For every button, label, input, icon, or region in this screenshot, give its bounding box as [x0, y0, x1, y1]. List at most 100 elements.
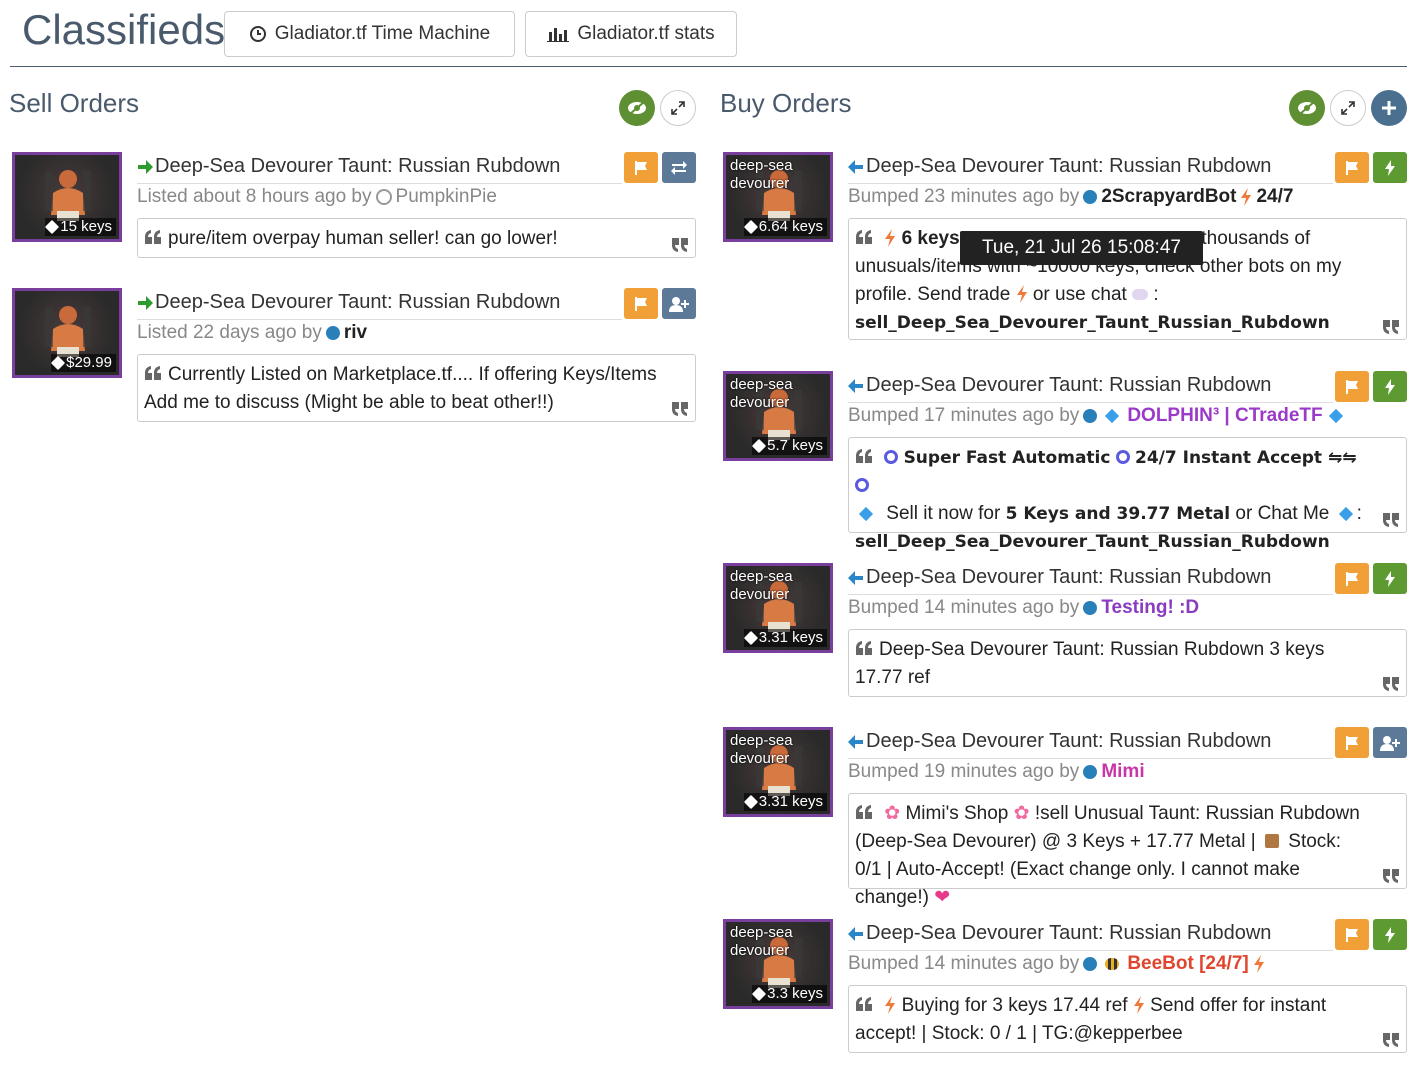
- lightning-icon: [1384, 379, 1396, 395]
- user-link[interactable]: Mimi: [1101, 761, 1144, 783]
- user-link[interactable]: PumpkinPie: [396, 186, 497, 208]
- online-status-icon: [325, 326, 340, 340]
- listing-note: pure/item overpay human seller! can go l…: [137, 218, 696, 258]
- buy-arrow-icon: [848, 378, 864, 394]
- time-machine-button[interactable]: Gladiator.tf Time Machine: [224, 11, 515, 57]
- flag-icon: [1344, 160, 1360, 176]
- user-link[interactable]: BeeBot [24/7]: [1127, 953, 1248, 975]
- unusual-effect-label: deep-sea devourer: [730, 568, 793, 603]
- user-link[interactable]: riv: [344, 322, 367, 344]
- status-text: Bumped 19 minutes ago by: [848, 761, 1080, 782]
- divider: [848, 758, 1333, 759]
- status-text: Bumped 14 minutes ago by: [848, 953, 1080, 974]
- price-tag-icon: [752, 438, 767, 454]
- item-name: Deep-Sea Devourer Taunt: Russian Rubdown: [866, 922, 1272, 944]
- price-badge: 3.3 keys: [752, 985, 827, 1003]
- clock-icon: [249, 26, 266, 42]
- sell-arrow-icon: [137, 159, 153, 175]
- item-thumbnail[interactable]: deep-sea devourer 3.3 keys: [723, 919, 833, 1009]
- buy-orders-title: Buy Orders: [720, 88, 852, 118]
- report-flag-button[interactable]: [1335, 727, 1369, 758]
- stats-label: Gladiator.tf stats: [577, 23, 715, 44]
- page-title: Classifieds: [22, 6, 226, 53]
- lightning-icon: [884, 996, 896, 1014]
- lightning-icon: [1240, 188, 1252, 206]
- listing-title[interactable]: Deep-Sea Devourer Taunt: Russian Rubdown: [848, 155, 1271, 178]
- taunt-item-image: [43, 165, 93, 225]
- price-badge: 6.64 keys: [743, 218, 827, 236]
- buy-expand-button[interactable]: [1330, 90, 1366, 126]
- item-thumbnail[interactable]: 15 keys: [12, 152, 122, 242]
- lightning-icon: [1384, 927, 1396, 943]
- price-badge: $29.99: [51, 354, 116, 372]
- blossom-icon: ✿: [884, 803, 901, 824]
- lightning-icon: [1016, 285, 1028, 303]
- user-link[interactable]: 2ScrapyardBot: [1101, 186, 1236, 208]
- trade-offer-button[interactable]: [662, 152, 696, 183]
- report-flag-button[interactable]: [1335, 919, 1369, 950]
- item-name: Deep-Sea Devourer Taunt: Russian Rubdown: [866, 155, 1272, 177]
- item-name: Deep-Sea Devourer Taunt: Russian Rubdown: [866, 566, 1272, 588]
- status-text: Bumped 14 minutes ago by: [848, 597, 1080, 618]
- add-friend-icon: [1380, 735, 1400, 751]
- sell-arrow-icon: [137, 295, 153, 311]
- report-flag-button[interactable]: [624, 288, 658, 319]
- user-link[interactable]: Testing! :D: [1101, 597, 1199, 619]
- trade-command[interactable]: sell_Deep_Sea_Devourer_Taunt_Russian_Rub…: [855, 313, 1330, 333]
- report-flag-button[interactable]: [1335, 152, 1369, 183]
- unusual-effect-label: deep-sea devourer: [730, 157, 793, 192]
- online-status-icon: [1083, 601, 1098, 615]
- trade-command[interactable]: sell_Deep_Sea_Devourer_Taunt_Russian_Rub…: [855, 532, 1330, 552]
- instant-trade-button[interactable]: [1373, 152, 1407, 183]
- listing-title[interactable]: Deep-Sea Devourer Taunt: Russian Rubdown: [137, 155, 560, 178]
- item-thumbnail[interactable]: deep-sea devourer 3.31 keys: [723, 727, 833, 817]
- unusual-effect-label: deep-sea devourer: [730, 376, 793, 411]
- sell-expand-button[interactable]: [660, 90, 696, 126]
- report-flag-button[interactable]: [624, 152, 658, 183]
- divider: [848, 402, 1333, 403]
- listing-title[interactable]: Deep-Sea Devourer Taunt: Russian Rubdown: [848, 566, 1271, 589]
- eye-slash-icon: [628, 101, 646, 115]
- divider: [848, 183, 1333, 184]
- chat-bubble-icon: [1132, 289, 1149, 300]
- item-thumbnail[interactable]: deep-sea devourer 6.64 keys: [723, 152, 833, 242]
- unusual-effect-label: deep-sea devourer: [730, 732, 793, 767]
- add-friend-button[interactable]: [662, 288, 696, 319]
- instant-trade-button[interactable]: [1373, 563, 1407, 594]
- report-flag-button[interactable]: [1335, 563, 1369, 594]
- item-thumbnail[interactable]: deep-sea devourer 5.7 keys: [723, 371, 833, 461]
- item-thumbnail[interactable]: deep-sea devourer 3.31 keys: [723, 563, 833, 653]
- item-name: Deep-Sea Devourer Taunt: Russian Rubdown: [155, 155, 561, 177]
- spiral-icon: [855, 478, 869, 492]
- report-flag-button[interactable]: [1335, 371, 1369, 402]
- instant-trade-button[interactable]: [1373, 371, 1407, 402]
- sell-toggle-visibility-button[interactable]: [619, 90, 655, 126]
- expand-icon: [671, 101, 685, 115]
- flag-icon: [1344, 379, 1360, 395]
- listing-title[interactable]: Deep-Sea Devourer Taunt: Russian Rubdown: [848, 922, 1271, 945]
- buy-toggle-visibility-button[interactable]: [1289, 90, 1325, 126]
- expand-icon: [1341, 101, 1355, 115]
- online-status-icon: [1083, 409, 1098, 423]
- listing-title[interactable]: Deep-Sea Devourer Taunt: Russian Rubdown: [137, 291, 560, 314]
- listing-title[interactable]: Deep-Sea Devourer Taunt: Russian Rubdown: [848, 374, 1271, 397]
- price-tag-icon: [752, 986, 767, 1002]
- lightning-icon: [1384, 571, 1396, 587]
- instant-trade-button[interactable]: [1373, 919, 1407, 950]
- user-link[interactable]: DOLPHIN³ | CTradeTF: [1127, 405, 1322, 427]
- flag-icon: [633, 296, 649, 312]
- add-buy-order-button[interactable]: [1371, 90, 1407, 126]
- spiral-icon: [1115, 450, 1130, 464]
- price-tag-icon: [743, 630, 758, 646]
- note-text: 24/7 Instant Accept ⇋⇋: [1135, 448, 1357, 468]
- listing-title[interactable]: Deep-Sea Devourer Taunt: Russian Rubdown: [848, 730, 1271, 753]
- note-text: pure/item overpay human seller! can go l…: [168, 228, 558, 249]
- diamond-icon: [858, 506, 874, 522]
- listing-note: Super Fast Automatic 24/7 Instant Accept…: [848, 437, 1407, 552]
- note-price: 6 keys: [901, 228, 960, 249]
- stats-button[interactable]: Gladiator.tf stats: [525, 11, 737, 57]
- quote-open-icon: [855, 229, 873, 245]
- add-friend-button[interactable]: [1373, 727, 1407, 758]
- blossom-icon: ✿: [1013, 803, 1030, 824]
- item-thumbnail[interactable]: $29.99: [12, 288, 122, 378]
